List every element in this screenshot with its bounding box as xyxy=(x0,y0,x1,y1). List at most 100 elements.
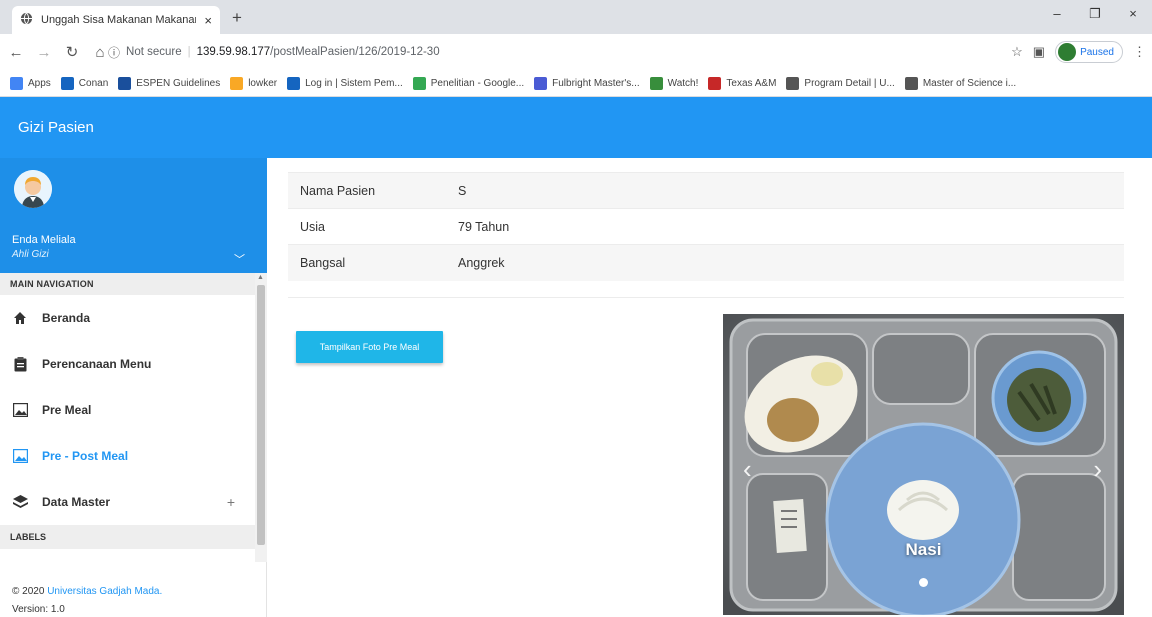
scroll-up-icon[interactable]: ▲ xyxy=(257,274,264,281)
bookmark-label: Fulbright Master's... xyxy=(552,77,640,89)
carousel-indicator[interactable] xyxy=(919,578,928,587)
sidebar-item-label: Pre Meal xyxy=(42,403,92,417)
patient-age-value: 79 Tahun xyxy=(446,208,1124,245)
patient-age-label: Usia xyxy=(288,208,446,245)
bookmark-item[interactable]: Texas A&M xyxy=(708,76,777,90)
sidebar-item-pre-meal[interactable]: Pre Meal xyxy=(0,387,255,433)
browser-tabstrip: Unggah Sisa Makanan Makanan × + – ❐ × xyxy=(0,0,1152,34)
browser-toolbar: ← → ↻ ⌂ ⓘ Not secure | 139.59.98.177 /po… xyxy=(0,34,1152,70)
bookmark-item[interactable]: ESPEN Guidelines xyxy=(118,76,220,90)
bookmark-item[interactable]: Log in | Sistem Pem... xyxy=(287,76,403,90)
sidebar-item-label: Data Master xyxy=(42,495,111,509)
sidebar-footer: © 2020 Universitas Gadjah Mada. Version:… xyxy=(12,583,162,617)
home-icon xyxy=(12,310,28,326)
sidebar-item-perencanaan-menu[interactable]: Perencanaan Menu xyxy=(0,341,255,387)
maximize-button[interactable]: ❐ xyxy=(1076,0,1114,30)
patient-name-value: S xyxy=(446,172,1124,209)
bookmark-favicon-icon xyxy=(230,76,244,90)
carousel-next-icon[interactable]: › xyxy=(1093,456,1102,482)
table-row: Nama Pasien S xyxy=(288,172,1124,209)
profile-avatar-icon xyxy=(1058,43,1077,61)
carousel-prev-icon[interactable]: ‹ xyxy=(743,456,752,482)
bookmark-favicon-icon xyxy=(287,76,301,90)
extension-icon[interactable]: ▣ xyxy=(1033,44,1045,60)
bookmark-label: Master of Science i... xyxy=(922,77,1017,89)
tab-close-icon[interactable]: × xyxy=(204,14,212,27)
info-icon[interactable]: ⓘ xyxy=(108,44,120,61)
meal-photo-carousel[interactable]: ‹ › Nasi xyxy=(723,314,1124,615)
bookmarks-bar: Apps Conan ESPEN Guidelines lowker Log in | … xyxy=(0,70,1152,97)
bookmark-item[interactable]: Conan xyxy=(60,76,108,90)
patient-ward-label: Bangsal xyxy=(288,244,446,281)
app-header: Gizi Pasien xyxy=(0,97,1152,158)
copyright-line: © 2020 Universitas Gadjah Mada. xyxy=(12,583,162,601)
browser-tab[interactable]: Unggah Sisa Makanan Makanan × xyxy=(12,6,220,34)
sidebar-item-data-master[interactable]: Data Master + xyxy=(0,479,255,525)
bookmark-label: Penelitian - Google... xyxy=(430,77,525,89)
globe-icon xyxy=(20,12,33,28)
close-window-button[interactable]: × xyxy=(1114,0,1152,30)
sidebar: Enda Meliala Ahli Gizi ﹀ MAIN NAVIGATION… xyxy=(0,158,267,617)
table-row: Usia 79 Tahun xyxy=(288,208,1124,245)
sidebar-nav: MAIN NAVIGATION Beranda Perencanaan Menu… xyxy=(0,273,255,562)
patient-ward-value: Anggrek xyxy=(446,244,1124,281)
university-link[interactable]: Universitas Gadjah Mada. xyxy=(47,586,162,597)
bookmark-item[interactable]: Penelitian - Google... xyxy=(412,76,525,90)
back-icon[interactable]: ← xyxy=(4,44,28,61)
url-path: /postMealPasien/126/2019-12-30 xyxy=(270,46,440,58)
app-title[interactable]: Gizi Pasien xyxy=(18,119,94,136)
avatar xyxy=(14,170,52,208)
sidebar-item-beranda[interactable]: Beranda xyxy=(0,295,255,341)
sidebar-item-label: Perencanaan Menu xyxy=(42,357,152,371)
main-navigation-header: MAIN NAVIGATION xyxy=(0,273,255,295)
paused-label: Paused xyxy=(1080,46,1114,58)
bookmark-label: Log in | Sistem Pem... xyxy=(305,77,403,89)
bookmark-item[interactable]: Watch! xyxy=(649,76,698,90)
kebab-menu-icon[interactable]: ⋮ xyxy=(1133,44,1146,60)
expand-plus-icon[interactable]: + xyxy=(227,494,235,510)
bookmark-favicon-icon xyxy=(649,76,663,90)
bookmark-label: lowker xyxy=(248,77,278,89)
show-pre-meal-photo-button[interactable]: Tampilkan Foto Pre Meal xyxy=(296,331,443,363)
bookmark-favicon-icon xyxy=(708,76,722,90)
image-icon xyxy=(12,402,28,418)
bookmark-item[interactable]: lowker xyxy=(230,76,278,90)
bookmark-item[interactable]: Fulbright Master's... xyxy=(534,76,640,90)
scrollbar-thumb[interactable] xyxy=(257,285,265,545)
toolbar-right: ☆ ▣ Paused ⋮ xyxy=(1011,39,1152,65)
url-host: 139.59.98.177 xyxy=(196,46,271,58)
omnibox-separator: | xyxy=(187,46,191,58)
sidebar-item-label: Beranda xyxy=(42,311,91,325)
bookmark-item[interactable]: Apps xyxy=(10,76,51,90)
bookmark-item[interactable]: Program Detail | U... xyxy=(786,76,895,90)
labels-header: LABELS xyxy=(0,525,255,549)
forward-icon[interactable]: → xyxy=(32,44,56,61)
carousel-caption: Nasi xyxy=(905,540,942,559)
apps-grid-icon xyxy=(10,76,23,90)
window-controls: – ❐ × xyxy=(1038,0,1152,30)
user-panel: Enda Meliala Ahli Gizi ﹀ xyxy=(0,158,267,273)
sidebar-item-label: Pre - Post Meal xyxy=(42,449,129,463)
star-icon[interactable]: ☆ xyxy=(1011,44,1023,60)
sidebar-item-pre-post-meal[interactable]: Pre - Post Meal xyxy=(0,433,255,479)
copyright-prefix: © 2020 xyxy=(12,586,45,597)
chevron-down-icon[interactable]: ﹀ xyxy=(234,251,245,267)
bookmark-favicon-icon xyxy=(118,76,132,90)
profile-paused-button[interactable]: Paused xyxy=(1055,41,1123,63)
minimize-button[interactable]: – xyxy=(1038,0,1076,30)
bookmark-item[interactable]: Master of Science i... xyxy=(904,76,1017,90)
user-role: Ahli Gizi xyxy=(12,249,49,260)
main-content: Nama Pasien S Usia 79 Tahun Bangsal Angg… xyxy=(268,158,1152,617)
new-tab-button[interactable]: + xyxy=(232,9,242,26)
reload-icon[interactable]: ↻ xyxy=(60,43,84,61)
bookmark-favicon-icon xyxy=(412,76,426,90)
user-name: Enda Meliala xyxy=(12,234,76,246)
bookmark-favicon-icon xyxy=(534,76,548,90)
address-bar[interactable]: ⓘ Not secure | 139.59.98.177 /postMealPa… xyxy=(108,39,988,65)
sidebar-scrollbar[interactable]: ▲ xyxy=(255,273,267,562)
bookmark-label: Texas A&M xyxy=(726,77,777,89)
bookmark-favicon-icon xyxy=(786,76,800,90)
table-row: Bangsal Anggrek xyxy=(288,244,1124,281)
bookmark-label: Program Detail | U... xyxy=(804,77,895,89)
patient-name-label: Nama Pasien xyxy=(288,172,446,209)
